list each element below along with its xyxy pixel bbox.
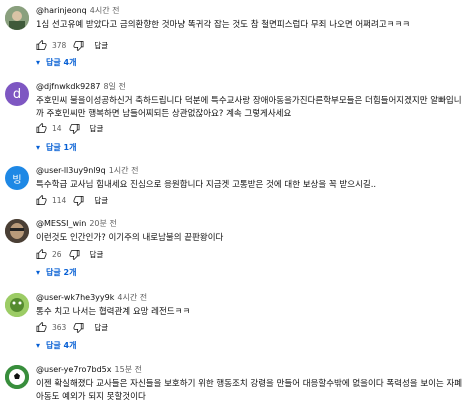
chevron-down-icon: ▾ <box>36 142 41 152</box>
comment-author: @user-ye7ro7bd5x 15분 전 <box>36 365 142 375</box>
author-handle[interactable]: @user-ll3uy9nl9q <box>36 166 106 175</box>
photo-avatar-icon <box>5 293 29 317</box>
reply-button[interactable]: 답글 <box>90 123 104 134</box>
comment-text: 이젠 확실해졌다 교사들은 자신들을 보호하기 위한 행동조치 강령을 만들어 … <box>36 379 463 402</box>
avatar-letter: d <box>12 86 22 102</box>
view-replies-button[interactable]: ▾ 답글 1개 <box>36 139 76 155</box>
replies-count-label: 답글 4개 <box>46 340 77 350</box>
comment-time[interactable]: 8일 전 <box>103 82 125 91</box>
photo-avatar-icon <box>5 219 29 243</box>
comment-actions: 363 답글 <box>36 320 108 334</box>
comment-author: @user-ll3uy9nl9q 1시간 전 <box>36 166 138 176</box>
comment-actions: 26 답글 <box>36 247 103 261</box>
comment-text: 이런것도 인간인가? 이기주의 내로남불의 끝판왕이다 <box>36 233 224 243</box>
like-count: 114 <box>52 195 67 205</box>
chevron-down-icon: ▾ <box>36 340 41 350</box>
comment-actions: 14 답글 <box>36 121 103 135</box>
comment-author: @djfnwkdk9287 8일 전 <box>36 82 126 92</box>
chevron-down-icon: ▾ <box>36 267 41 277</box>
comment-text: 통수 치고 나서는 협력관계 요망 레전드ㅋㅋ <box>36 307 191 317</box>
like-icon[interactable] <box>36 39 47 51</box>
comment-text: 주호민씨 불을이성공하신거 축하드립니다 덕분에 특수교사랑 장애아동을가진다른… <box>36 96 462 119</box>
avatar-letter: 빙 <box>12 174 22 186</box>
comment-actions: 378 답글 <box>36 38 108 52</box>
avatar[interactable]: d <box>5 82 29 106</box>
replies-count-label: 답글 4개 <box>46 57 77 67</box>
like-icon[interactable] <box>36 194 47 206</box>
like-icon[interactable] <box>36 122 47 134</box>
replies-count-label: 답글 1개 <box>46 142 77 152</box>
avatar[interactable] <box>5 365 29 389</box>
comment-time[interactable]: 20분 전 <box>89 219 116 228</box>
avatar[interactable]: 빙 <box>5 166 29 190</box>
author-handle[interactable]: @MESSI_win <box>36 219 86 228</box>
reply-button[interactable]: 답글 <box>94 40 108 51</box>
like-count: 378 <box>52 40 67 50</box>
view-replies-button[interactable]: ▾ 답글 4개 <box>36 54 76 70</box>
comments-list: @harinjeonq 4시간 전 1심 선고유예 받았다고 금의환향한 것마냥 … <box>0 0 474 402</box>
author-handle[interactable]: @harinjeonq <box>36 6 87 15</box>
avatar[interactable] <box>5 219 29 243</box>
like-icon[interactable] <box>36 321 47 333</box>
author-handle[interactable]: @user-ye7ro7bd5x <box>36 365 112 374</box>
photo-avatar-icon <box>5 6 29 30</box>
comment-author: @MESSI_win 20분 전 <box>36 219 117 229</box>
reply-button[interactable]: 답글 <box>90 249 104 260</box>
comment-time[interactable]: 4시간 전 <box>117 293 147 302</box>
dislike-icon[interactable] <box>73 322 84 333</box>
reply-button[interactable]: 답글 <box>94 322 108 333</box>
like-count: 26 <box>52 249 62 259</box>
soccer-ball-avatar-icon <box>5 365 29 389</box>
comment-author: @harinjeonq 4시간 전 <box>36 6 119 16</box>
avatar[interactable] <box>5 6 29 30</box>
comment-text: 특수학급 교사님 힘내세요 진심으로 응원합니다 지금겟 고통받은 것에 대한 … <box>36 180 377 190</box>
view-replies-button[interactable]: ▾ 답글 2개 <box>36 264 76 280</box>
like-count: 363 <box>52 322 67 332</box>
comment-time[interactable]: 15분 전 <box>115 365 142 374</box>
comment-text: 1심 선고유예 받았다고 금의환향한 것마냥 똑귀각 잡는 것도 참 철면피스럽… <box>36 20 411 30</box>
author-handle[interactable]: @djfnwkdk9287 <box>36 82 100 91</box>
dislike-icon[interactable] <box>69 123 80 134</box>
avatar[interactable] <box>5 293 29 317</box>
comment-time[interactable]: 1시간 전 <box>109 166 139 175</box>
like-icon[interactable] <box>36 248 47 260</box>
dislike-icon[interactable] <box>73 195 84 206</box>
dislike-icon[interactable] <box>69 249 80 260</box>
dislike-icon[interactable] <box>73 40 84 51</box>
comment-time[interactable]: 4시간 전 <box>90 6 120 15</box>
chevron-down-icon: ▾ <box>36 57 41 67</box>
comment-actions: 114 답글 <box>36 193 108 207</box>
reply-button[interactable]: 답글 <box>94 195 108 206</box>
replies-count-label: 답글 2개 <box>46 267 77 277</box>
like-count: 14 <box>52 123 62 133</box>
comment-author: @user-wk7he3yy9k 4시간 전 <box>36 293 147 303</box>
view-replies-button[interactable]: ▾ 답글 4개 <box>36 337 76 353</box>
author-handle[interactable]: @user-wk7he3yy9k <box>36 293 114 302</box>
